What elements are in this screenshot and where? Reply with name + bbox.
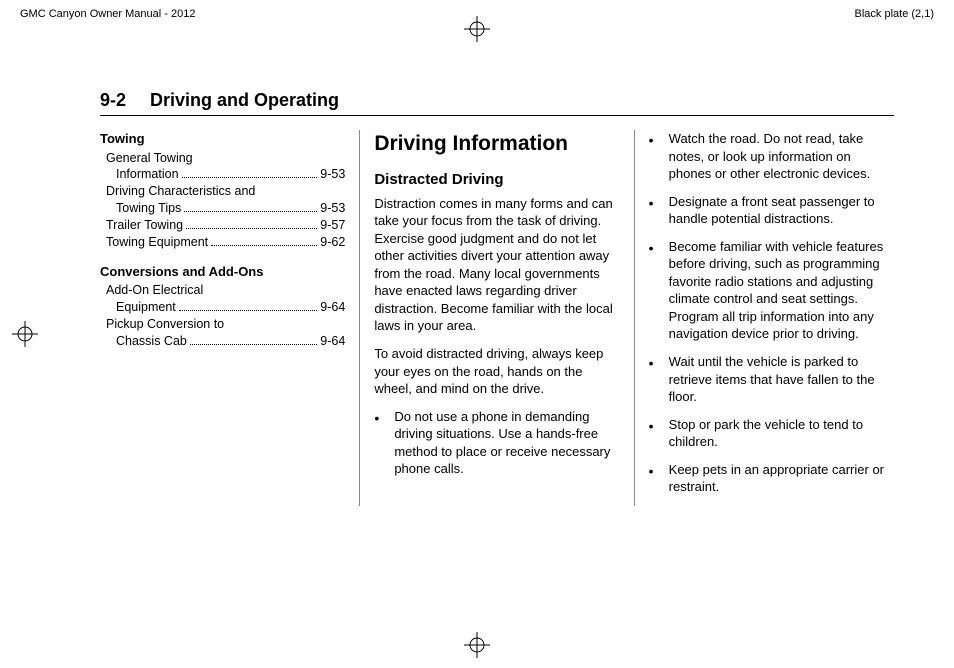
plate-label: Black plate (2,1) [855, 8, 934, 20]
list-item: •Do not use a phone in demanding driving… [374, 408, 619, 478]
page-number: 9-2 [100, 90, 126, 111]
toc-item: Towing Equipment9-62 [106, 234, 345, 251]
toc-leader-dots [186, 228, 317, 229]
registration-mark-icon [464, 16, 490, 42]
bullet-icon: • [649, 193, 669, 228]
toc-item: Equipment9-64 [106, 299, 345, 316]
registration-mark-icon [464, 632, 490, 658]
list-item: •Designate a front seat passenger to han… [649, 193, 894, 228]
list-item: •Wait until the vehicle is parked to ret… [649, 353, 894, 406]
bullet-icon: • [374, 408, 394, 478]
bullet-icon: • [649, 353, 669, 406]
registration-mark-icon [12, 321, 38, 347]
toc-heading: Conversions and Add-Ons [100, 263, 345, 281]
toc-item: Pickup Conversion to [106, 316, 345, 333]
body-paragraph: To avoid distracted driving, always keep… [374, 345, 619, 398]
doc-title: GMC Canyon Owner Manual - 2012 [20, 8, 195, 20]
bullet-icon: • [649, 238, 669, 343]
toc-heading: Towing [100, 130, 345, 148]
toc-item: Driving Characteristics and [106, 183, 345, 200]
column-toc: Towing General Towing Information9-53 Dr… [100, 130, 360, 506]
article-subheading: Distracted Driving [374, 170, 619, 190]
bullet-icon: • [649, 130, 669, 183]
toc-item: Towing Tips9-53 [106, 200, 345, 217]
toc-leader-dots [184, 211, 317, 212]
toc-leader-dots [182, 177, 318, 178]
column-center: Driving Information Distracted Driving D… [360, 130, 634, 506]
toc-item: Information9-53 [106, 166, 345, 183]
body-paragraph: Distraction comes in many forms and can … [374, 195, 619, 335]
article-title: Driving Information [374, 130, 619, 158]
page-body: 9-2 Driving and Operating Towing General… [0, 20, 954, 526]
bullet-list: •Do not use a phone in demanding driving… [374, 408, 619, 478]
list-item: •Keep pets in an appropriate carrier or … [649, 461, 894, 496]
bullet-icon: • [649, 461, 669, 496]
section-title: Driving and Operating [150, 90, 339, 111]
toc-item: Add-On Electrical [106, 282, 345, 299]
toc-list: Add-On Electrical Equipment9-64 Pickup C… [106, 282, 345, 350]
list-item: •Become familiar with vehicle features b… [649, 238, 894, 343]
toc-leader-dots [211, 245, 317, 246]
bullet-icon: • [649, 416, 669, 451]
toc-item: General Towing [106, 150, 345, 167]
toc-item: Trailer Towing9-57 [106, 217, 345, 234]
column-right: •Watch the road. Do not read, take notes… [635, 130, 894, 506]
toc-list: General Towing Information9-53 Driving C… [106, 150, 345, 251]
bullet-list: •Watch the road. Do not read, take notes… [649, 130, 894, 496]
list-item: •Stop or park the vehicle to tend to chi… [649, 416, 894, 451]
list-item: •Watch the road. Do not read, take notes… [649, 130, 894, 183]
toc-leader-dots [179, 310, 318, 311]
toc-item: Chassis Cab9-64 [106, 333, 345, 350]
page-header: 9-2 Driving and Operating [100, 90, 894, 116]
toc-leader-dots [190, 344, 317, 345]
